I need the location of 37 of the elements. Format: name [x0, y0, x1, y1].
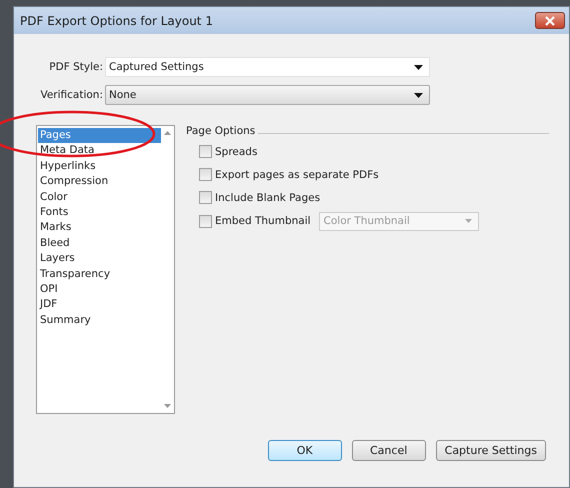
- list-item[interactable]: Hyperlinks: [38, 158, 161, 174]
- dialog-button[interactable]: Capture Settings: [436, 440, 546, 461]
- list-item[interactable]: Summary: [38, 312, 161, 328]
- checkbox[interactable]: [199, 145, 212, 158]
- caret-icon: [464, 219, 472, 223]
- dialog-button[interactable]: OK: [268, 440, 342, 461]
- list-item[interactable]: JDF: [38, 297, 161, 313]
- list-item[interactable]: Bleed: [38, 236, 161, 252]
- close-button[interactable]: [535, 12, 565, 29]
- scroll-down-icon[interactable]: [164, 404, 171, 408]
- checkbox[interactable]: [199, 168, 212, 181]
- dialog-button[interactable]: Cancel: [352, 440, 426, 461]
- list-item[interactable]: Meta Data: [38, 143, 161, 159]
- pdf-style-dropdown[interactable]: Captured Settings: [105, 57, 430, 77]
- field-label: Verification:: [39, 89, 103, 101]
- checkbox[interactable]: [199, 191, 212, 204]
- list-item[interactable]: Compression: [38, 174, 161, 190]
- checkbox[interactable]: [199, 214, 212, 228]
- list-item[interactable]: Color: [38, 190, 161, 205]
- scroll-up-icon[interactable]: [164, 131, 171, 135]
- list-item[interactable]: OPI: [38, 282, 161, 298]
- list-item[interactable]: Marks: [38, 220, 161, 236]
- checkbox-label[interactable]: Spreads: [215, 146, 258, 158]
- list-item[interactable]: Layers: [38, 251, 161, 267]
- checkbox-label[interactable]: Embed Thumbnail: [215, 215, 311, 227]
- window-title: PDF Export Options for Layout 1: [20, 14, 213, 28]
- verification-dropdown[interactable]: None: [105, 85, 430, 105]
- list-item[interactable]: Fonts: [38, 204, 161, 220]
- checkbox-label[interactable]: Include Blank Pages: [215, 192, 320, 204]
- checkbox-label[interactable]: Export pages as separate PDFs: [215, 168, 379, 180]
- field-label: PDF Style:: [48, 61, 103, 73]
- list-item[interactable]: Pages: [38, 128, 161, 144]
- group-title: Page Options: [186, 125, 256, 137]
- close-icon: [544, 16, 556, 26]
- list-item[interactable]: Transparency: [38, 266, 161, 282]
- caret-icon: [414, 92, 423, 98]
- caret-icon: [414, 64, 423, 70]
